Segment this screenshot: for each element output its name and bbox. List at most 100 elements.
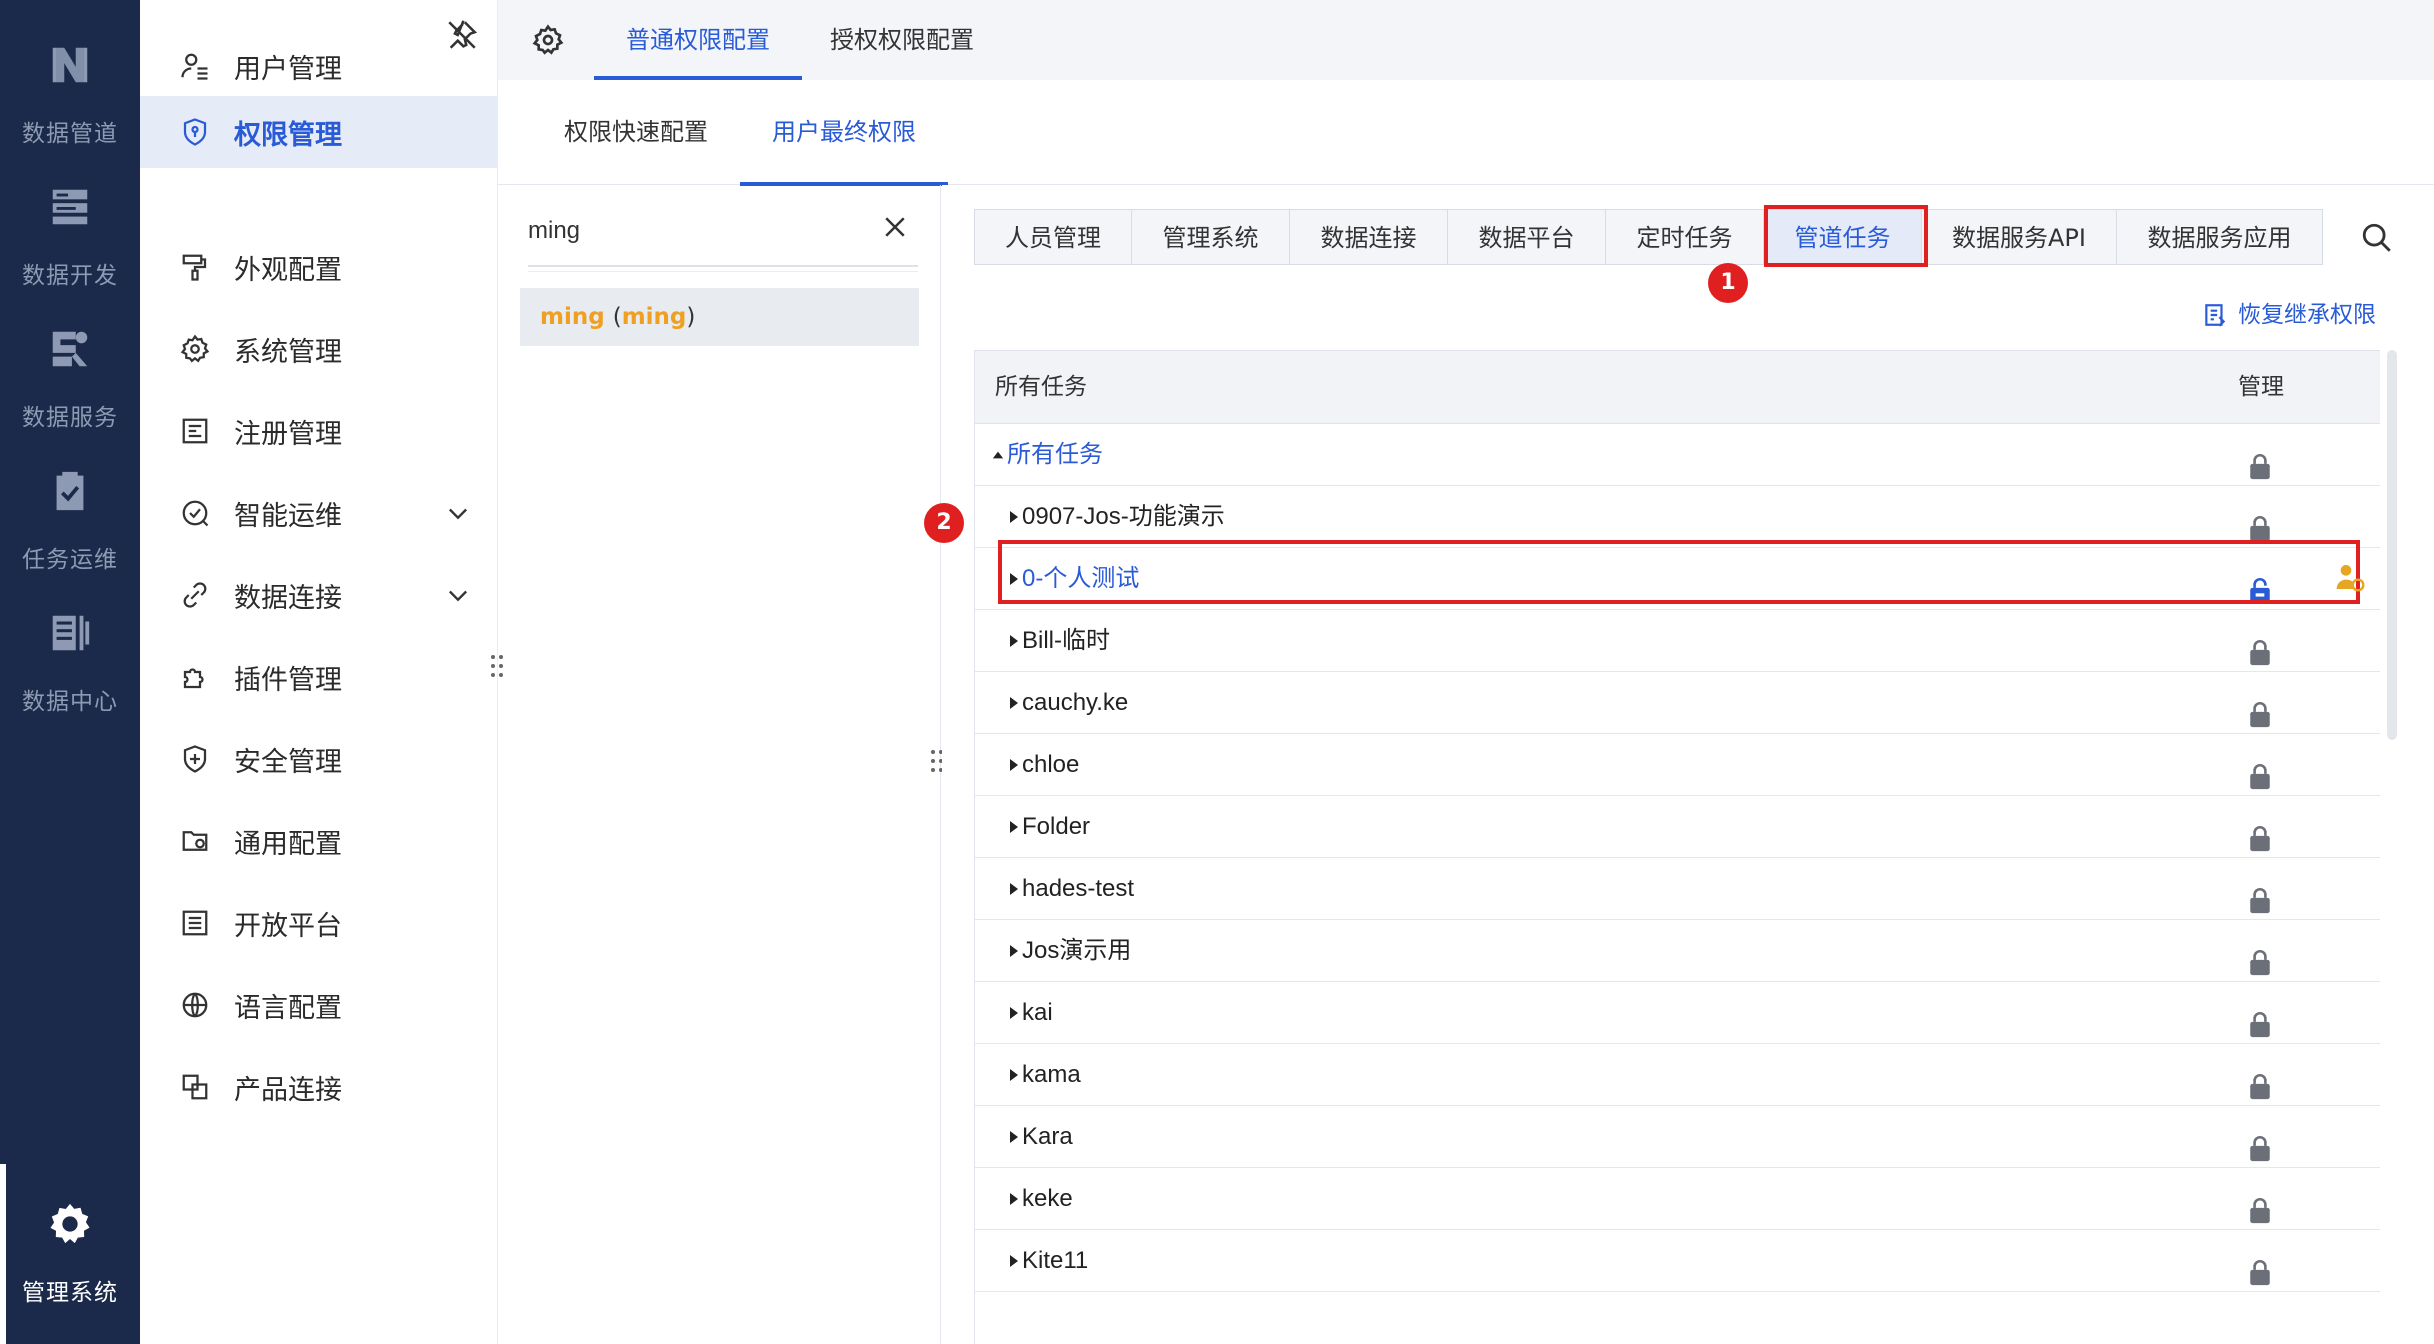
nav-label: 外观配置 <box>234 254 342 286</box>
paint-roller-icon <box>182 254 207 281</box>
table-row[interactable]: Kite11 <box>975 1230 2380 1292</box>
lock-icon[interactable] <box>2247 1061 2273 1099</box>
lock-icon[interactable] <box>2247 875 2273 913</box>
smart-ops-icon <box>182 500 209 527</box>
gear-icon[interactable] <box>532 24 564 56</box>
lock-icon[interactable] <box>2247 689 2273 727</box>
dev-icon <box>52 189 88 225</box>
close-icon[interactable] <box>880 212 910 242</box>
cat-tab-personnel[interactable]: 人员管理 <box>974 209 1132 265</box>
nav-item-register[interactable]: 注册管理 <box>140 395 498 467</box>
restore-label: 恢复继承权限 <box>2238 302 2376 328</box>
rail-label: 数据中心 <box>22 689 118 715</box>
lock-icon[interactable] <box>2247 627 2273 665</box>
caret-down-icon[interactable] <box>989 424 1009 486</box>
row-label: kama <box>1022 1061 1081 1088</box>
table-row[interactable]: 0907-Jos-功能演示 <box>975 486 2380 548</box>
table-row[interactable]: kama <box>975 1044 2380 1106</box>
highlight-box <box>1764 205 1928 267</box>
cat-tab-data-service-app[interactable]: 数据服务应用 <box>2116 209 2323 265</box>
row-label: Kite11 <box>1022 1247 1089 1274</box>
lock-icon[interactable] <box>2247 503 2273 541</box>
table-row[interactable]: keke <box>975 1168 2380 1230</box>
product-rail: 数据管道 数据开发 数据服务 任务运维 数据中心 管理系统 <box>0 0 140 1344</box>
nav-item-security[interactable]: 安全管理 <box>140 723 498 795</box>
nav-item-user[interactable]: 用户管理 <box>140 30 498 102</box>
lock-icon[interactable] <box>2247 1123 2273 1161</box>
nav-label: 通用配置 <box>234 828 342 860</box>
table-row[interactable]: hades-test <box>975 858 2380 920</box>
table-row[interactable]: Folder <box>975 796 2380 858</box>
table-row[interactable]: chloe <box>975 734 2380 796</box>
tab-authorization-permission[interactable]: 授权权限配置 <box>830 0 974 80</box>
folder-gear-icon <box>182 831 208 851</box>
cat-tab-data-service-api[interactable]: 数据服务API <box>1921 209 2117 265</box>
row-label: Jos演示用 <box>1022 937 1132 964</box>
puzzle-icon <box>183 668 204 689</box>
user-result-item[interactable]: ming (ming) <box>520 288 919 346</box>
nav-label: 注册管理 <box>234 418 342 450</box>
nav-item-appearance[interactable]: 外观配置 <box>140 231 498 303</box>
lock-icon[interactable] <box>2247 441 2273 479</box>
tab-quick-config[interactable]: 权限快速配置 <box>564 80 708 185</box>
nav-item-general[interactable]: 通用配置 <box>140 805 498 877</box>
nav-item-product-connect[interactable]: 产品连接 <box>140 1051 498 1123</box>
lock-icon[interactable] <box>2247 1185 2273 1223</box>
user-search-panel: ming (ming) <box>498 185 943 1344</box>
chevron-down-icon[interactable] <box>444 581 472 609</box>
cat-tab-admin-system[interactable]: 管理系统 <box>1131 209 1290 265</box>
row-label: hades-test <box>1022 875 1135 902</box>
globe-icon <box>182 992 208 1018</box>
nav-item-permission[interactable]: 权限管理 <box>140 96 498 168</box>
nav-label: 产品连接 <box>234 1074 342 1106</box>
rail-item-admin[interactable]: 管理系统 <box>0 1164 140 1344</box>
user-search-input[interactable] <box>528 210 918 252</box>
user-permission-icon[interactable] <box>2334 561 2366 593</box>
sub-tabs: 权限快速配置 用户最终权限 <box>498 80 2434 186</box>
lock-icon[interactable] <box>2247 1247 2273 1285</box>
search-underline <box>528 265 918 267</box>
nav-item-open-platform[interactable]: 开放平台 <box>140 887 498 959</box>
tab-final-permission[interactable]: 用户最终权限 <box>740 80 948 186</box>
gear-icon <box>180 334 210 363</box>
nav-item-system[interactable]: 系统管理 <box>140 313 498 385</box>
admin-nav: 用户管理 权限管理 外观配置 系统管理 注册管理 智能运维 数据连接 插件管理 … <box>140 0 503 1344</box>
lock-icon[interactable] <box>2247 999 2273 1037</box>
table-row[interactable]: Jos演示用 <box>975 920 2380 982</box>
cat-tab-data-connection[interactable]: 数据连接 <box>1289 209 1448 265</box>
row-label: kai <box>1022 999 1053 1026</box>
row-label: cauchy.ke <box>1022 689 1129 716</box>
highlight-box <box>998 540 2360 604</box>
tab-general-permission[interactable]: 普通权限配置 <box>594 0 802 80</box>
list-icon <box>182 910 208 936</box>
nav-item-plugin[interactable]: 插件管理 <box>140 641 498 713</box>
table-row[interactable]: 所有任务 <box>975 424 2380 486</box>
table-row[interactable]: cauchy.ke <box>975 672 2380 734</box>
chevron-down-icon[interactable] <box>444 499 472 527</box>
lock-icon[interactable] <box>2247 751 2273 789</box>
restore-inherit-button[interactable]: 恢复继承权限 <box>2202 295 2376 335</box>
nav-item-data-connection[interactable]: 数据连接 <box>140 559 498 631</box>
user-icon <box>181 53 208 80</box>
nav-label: 开放平台 <box>234 910 342 942</box>
paren: ) <box>686 304 696 330</box>
cat-tab-data-platform[interactable]: 数据平台 <box>1447 209 1606 265</box>
table-row[interactable]: kai <box>975 982 2380 1044</box>
cat-tab-scheduled-task[interactable]: 定时任务 <box>1605 209 1764 265</box>
task-ops-icon <box>56 471 84 511</box>
table-row[interactable]: Bill-临时 <box>975 610 2380 672</box>
service-icon <box>52 331 88 367</box>
shield-icon <box>183 118 207 146</box>
lock-icon[interactable] <box>2247 813 2273 851</box>
nav-label: 权限管理 <box>234 119 342 151</box>
scrollbar[interactable] <box>2387 350 2397 740</box>
lock-icon[interactable] <box>2247 937 2273 975</box>
nav-item-language[interactable]: 语言配置 <box>140 969 498 1041</box>
nav-item-smart-ops[interactable]: 智能运维 <box>140 477 498 549</box>
search-icon[interactable] <box>2360 221 2394 255</box>
column-header-name: 所有任务 <box>995 374 1087 400</box>
row-label: keke <box>1022 1185 1073 1212</box>
nav-label: 安全管理 <box>234 746 342 778</box>
table-row[interactable]: Kara <box>975 1106 2380 1168</box>
rail-item-data-center[interactable]: 数据中心 <box>0 568 140 758</box>
